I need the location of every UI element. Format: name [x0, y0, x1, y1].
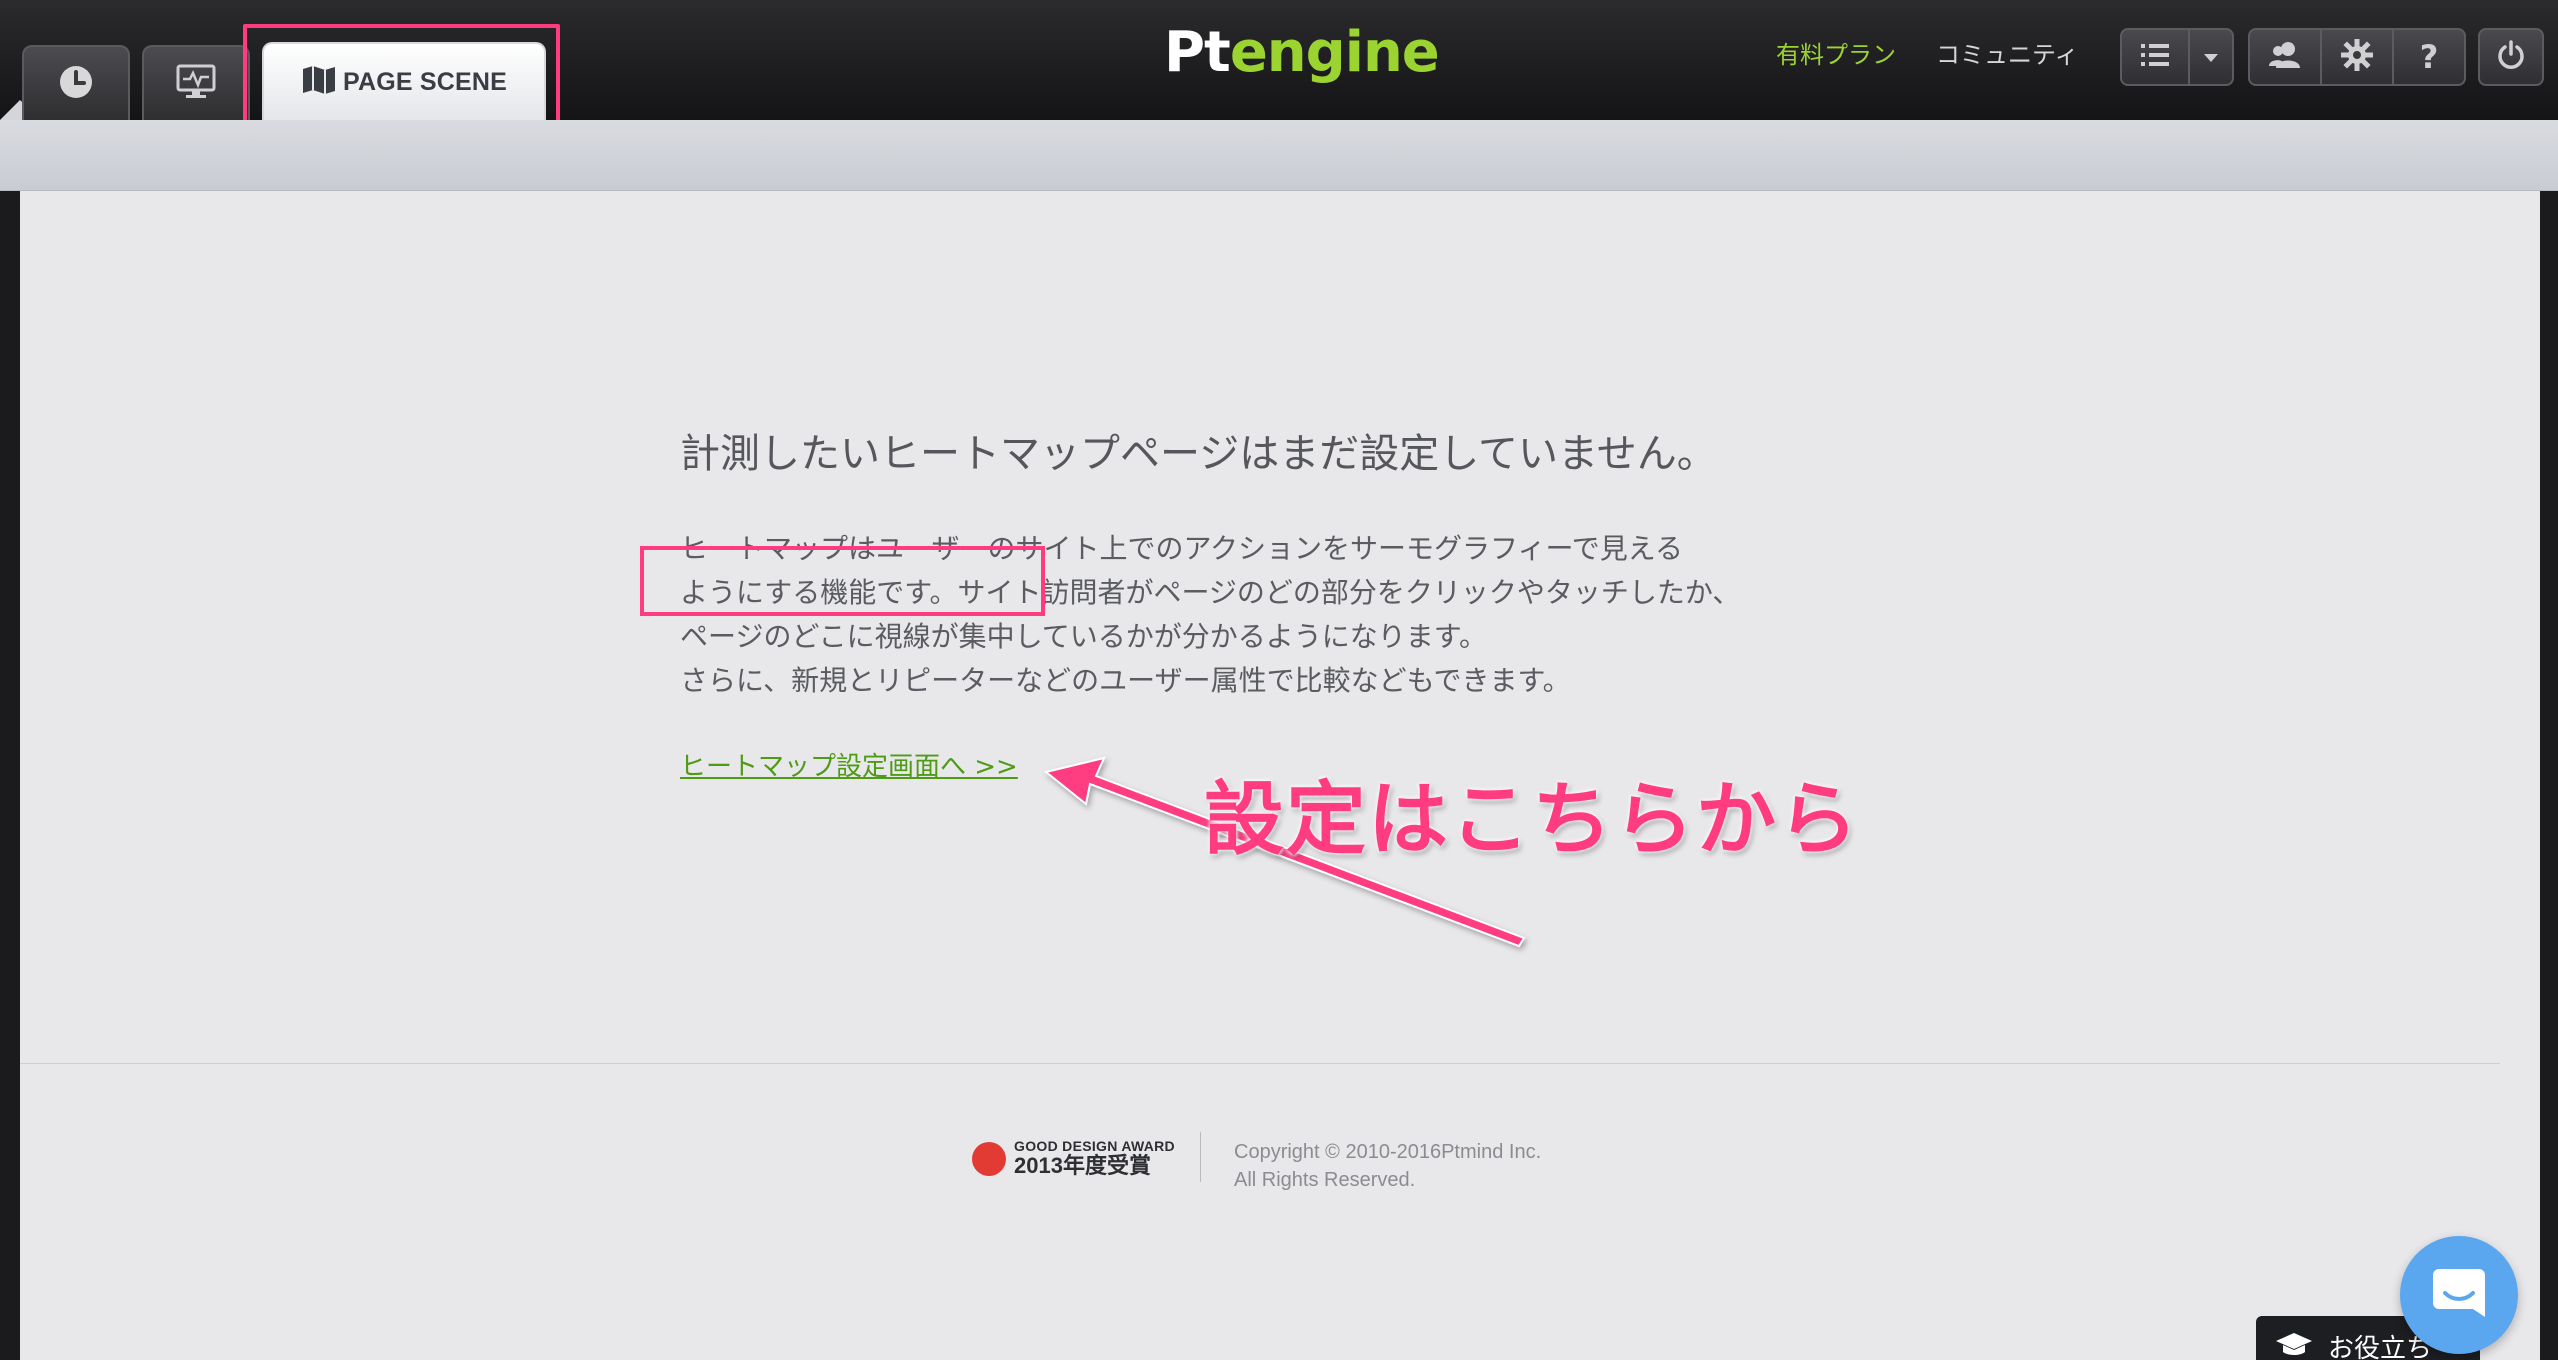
award-year: 2013年度受賞 — [1014, 1153, 1151, 1178]
graduation-cap-icon — [2274, 1331, 2314, 1360]
footer-divider — [20, 1063, 2500, 1064]
copyright-text: Copyright © 2010-2016Ptmind Inc. — [1234, 1141, 1542, 1163]
good-design-award: GOOD DESIGN AWARD 2013年度受賞 — [972, 1138, 1175, 1178]
award-title: GOOD DESIGN AWARD — [1014, 1138, 1175, 1154]
good-design-logo-icon — [972, 1142, 1006, 1176]
app-root: PAGE SCENE Ptengine 有料プラン コミュニティ ? 計測したい… — [0, 0, 2558, 1360]
footer-separator — [1200, 1132, 1201, 1182]
chat-button[interactable] — [2400, 1236, 2518, 1354]
annotation-text: 設定はこちらから — [1204, 773, 1860, 866]
chat-icon — [2429, 1263, 2489, 1327]
rights-text: All Rights Reserved. — [1234, 1169, 1416, 1191]
